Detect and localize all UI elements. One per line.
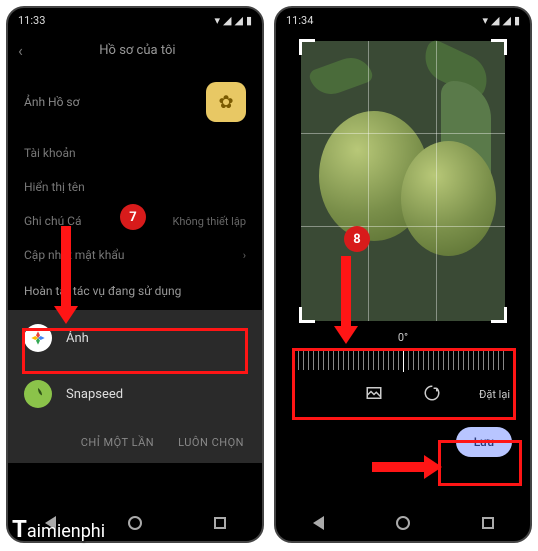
- header: ‹ Hồ sơ của tôi: [8, 33, 262, 68]
- sheet-footer: CHỈ MỘT LẦN LUÔN CHỌN: [8, 422, 262, 463]
- signal-icon: ◢: [223, 14, 231, 27]
- annotation-badge-7: 7: [120, 204, 146, 230]
- aspect-ratio-icon[interactable]: [365, 384, 383, 405]
- save-button[interactable]: Lưu: [456, 427, 512, 457]
- phone-left: 11:33 ▾ ◢ ◢ ▮ ‹ Hồ sơ của tôi Ảnh Hồ sơ …: [6, 6, 264, 543]
- wifi-icon: ▾: [214, 14, 220, 27]
- status-icons: ▾ ◢ ◢ ▮: [482, 14, 520, 27]
- image-content: [401, 141, 496, 256]
- page-title: Hồ sơ của tôi: [23, 43, 252, 58]
- label: Tài khoản: [24, 146, 76, 160]
- sheet-header: Hoàn tất tác vụ đang sử dụng: [8, 272, 262, 310]
- rotate-icon[interactable]: [423, 384, 441, 405]
- reset-button[interactable]: Đặt lại: [479, 388, 510, 401]
- rotation-slider[interactable]: [298, 350, 508, 370]
- rotation-angle: 0°: [276, 321, 530, 348]
- always-button[interactable]: LUÔN CHỌN: [178, 436, 244, 449]
- watermark: Taimienphi: [12, 515, 105, 543]
- avatar-label: Ảnh Hồ sơ: [24, 95, 79, 109]
- status-bar: 11:34 ▾ ◢ ◢ ▮: [276, 8, 530, 33]
- annotation-arrow: [372, 455, 442, 479]
- annotation-arrow: [334, 256, 358, 344]
- chevron-right-icon: ›: [243, 249, 246, 262]
- row-display-name[interactable]: Hiển thị tên: [8, 170, 262, 204]
- status-bar: 11:33 ▾ ◢ ◢ ▮: [8, 8, 262, 33]
- phone-right: 11:34 ▾ ◢ ◢ ▮ 0° Đặt lại: [274, 6, 532, 543]
- row-account[interactable]: Tài khoản: [8, 136, 262, 170]
- status-time: 11:34: [286, 14, 313, 27]
- tool-row: Đặt lại: [276, 376, 530, 413]
- google-photos-icon: [24, 324, 52, 352]
- avatar-icon: ✿: [206, 82, 246, 122]
- label: Hiển thị tên: [24, 180, 85, 194]
- nav-home-icon[interactable]: [395, 515, 411, 531]
- status-icons: ▾ ◢ ◢ ▮: [214, 14, 252, 27]
- signal-icon: ◢: [491, 14, 499, 27]
- crop-handle-tr[interactable]: [491, 39, 507, 55]
- status-time: 11:33: [18, 14, 45, 27]
- nav-bar: [276, 505, 530, 541]
- nav-recent-icon[interactable]: [212, 515, 228, 531]
- wifi-icon: ▾: [482, 14, 488, 27]
- signal-icon: ◢: [234, 14, 242, 27]
- snapseed-icon: [24, 380, 52, 408]
- once-button[interactable]: CHỈ MỘT LẦN: [81, 436, 154, 449]
- sheet-item-photos[interactable]: Ảnh: [8, 310, 262, 366]
- action-sheet: Ảnh Snapseed CHỈ MỘT LẦN LUÔN CHỌN: [8, 310, 262, 463]
- sheet-item-snapseed[interactable]: Snapseed: [8, 366, 262, 422]
- nav-home-icon[interactable]: [127, 515, 143, 531]
- battery-icon: ▮: [246, 14, 252, 27]
- nav-back-icon[interactable]: [310, 515, 326, 531]
- row-update-password[interactable]: Cập nhật mật khẩu›: [8, 238, 262, 272]
- nav-recent-icon[interactable]: [480, 515, 496, 531]
- sheet-item-label: Ảnh: [66, 331, 89, 346]
- avatar-row[interactable]: Ảnh Hồ sơ ✿: [8, 68, 262, 136]
- crop-canvas[interactable]: [301, 41, 505, 321]
- annotation-badge-8: 8: [344, 226, 370, 252]
- signal-icon: ◢: [502, 14, 510, 27]
- annotation-arrow: [54, 226, 78, 324]
- battery-icon: ▮: [514, 14, 520, 27]
- value: Không thiết lập: [172, 215, 246, 228]
- crop-handle-tl[interactable]: [299, 39, 315, 55]
- sheet-item-label: Snapseed: [66, 387, 123, 402]
